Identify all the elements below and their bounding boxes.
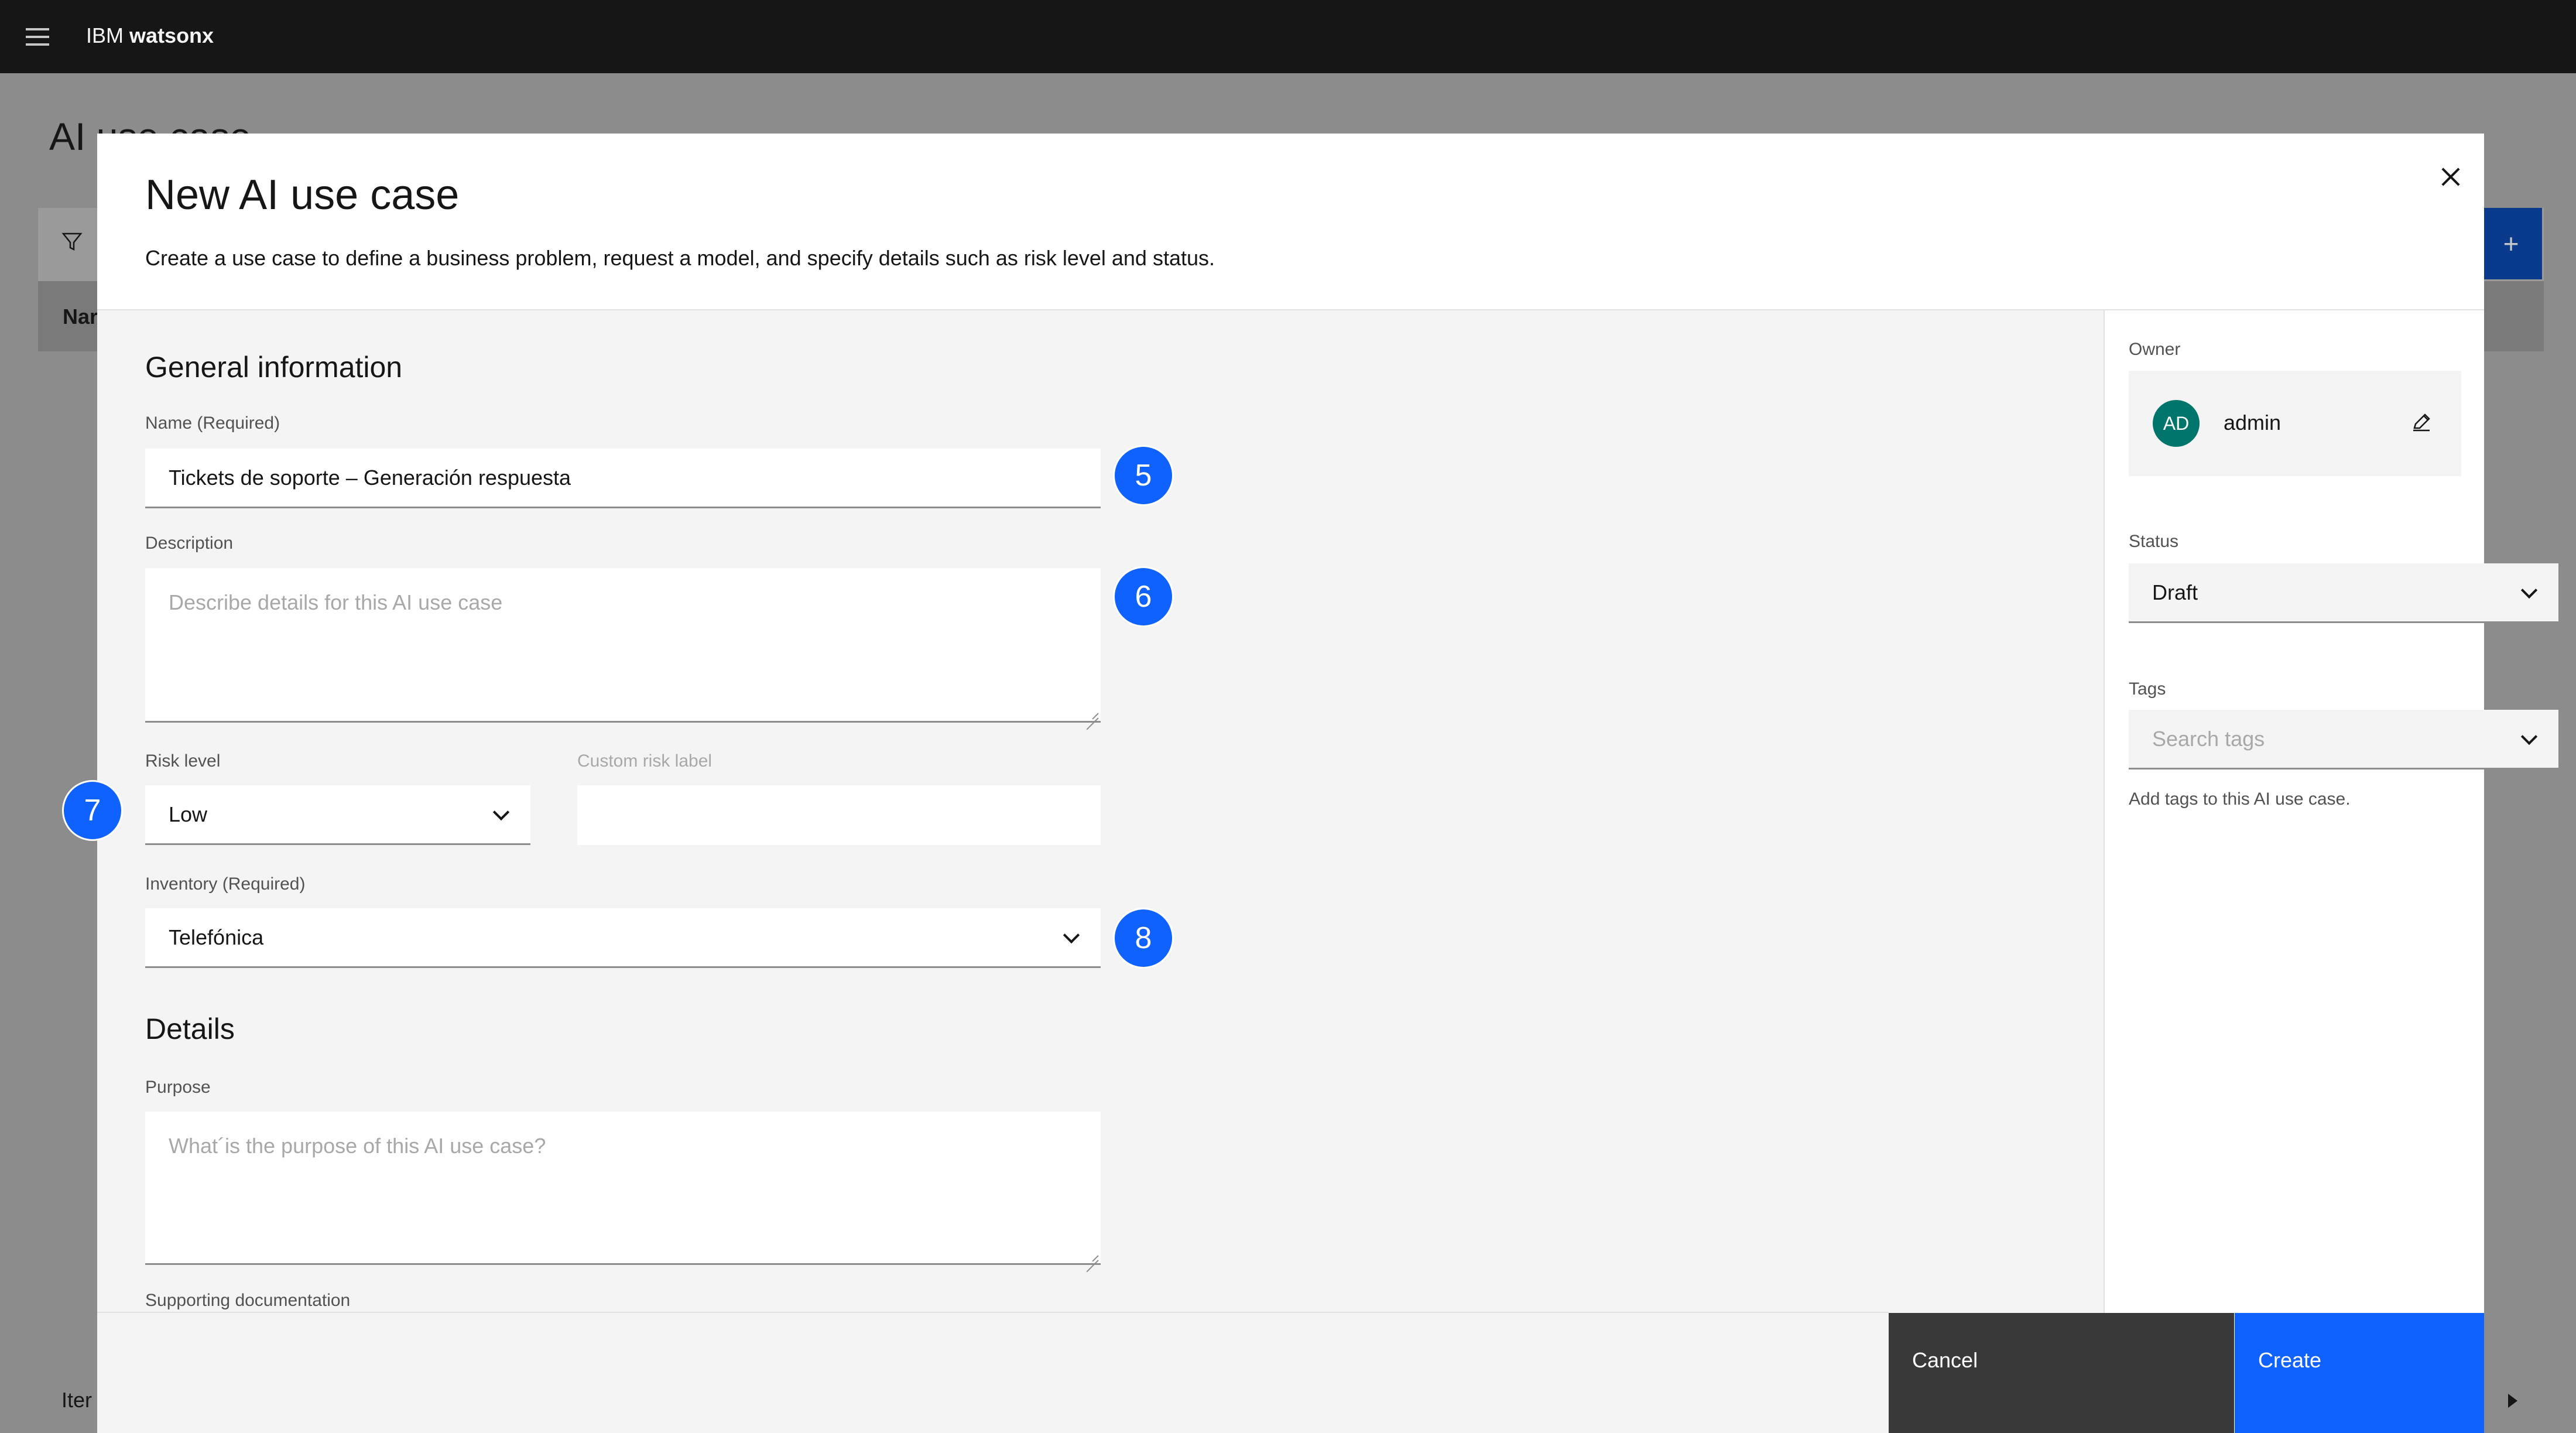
avatar-initials: AD — [2163, 412, 2190, 434]
side-panel: Owner AD admin Status Draft Tags Search … — [2104, 310, 2558, 1313]
modal-title: New AI use case — [145, 172, 460, 218]
edit-icon[interactable] — [2410, 411, 2433, 434]
hamburger-menu-icon[interactable] — [26, 28, 49, 46]
status-value: Draft — [2152, 580, 2198, 604]
name-value: Tickets de soporte – Generación respuest… — [169, 465, 571, 490]
add-glyph: + — [2503, 228, 2519, 259]
custom-risk-input[interactable] — [577, 785, 1101, 845]
tags-helper-text: Add tags to this AI use case. — [2129, 789, 2351, 809]
purpose-placeholder: What´is the purpose of this AI use case? — [169, 1134, 546, 1158]
modal-description: Create a use case to define a business p… — [145, 246, 1215, 270]
tags-placeholder: Search tags — [2152, 726, 2265, 751]
risk-level-select[interactable]: Low — [145, 785, 530, 845]
table-header-name: Nar — [63, 305, 98, 329]
description-placeholder: Describe details for this AI use case — [169, 590, 503, 614]
owner-card: AD admin — [2129, 371, 2461, 476]
details-heading: Details — [145, 1013, 235, 1045]
supporting-documentation-label: Supporting documentation — [145, 1291, 351, 1310]
status-label: Status — [2129, 532, 2179, 551]
brand-prefix: IBM — [86, 23, 124, 47]
chevron-down-icon — [2520, 728, 2538, 745]
chevron-down-icon — [2520, 582, 2538, 598]
risk-level-value: Low — [169, 802, 208, 826]
callout-badge-6: 6 — [1115, 568, 1172, 625]
inventory-label: Inventory (Required) — [145, 874, 306, 894]
caret-right-icon[interactable] — [2508, 1394, 2517, 1408]
app-brand[interactable]: IBM watsonx — [86, 23, 214, 48]
cancel-button[interactable]: Cancel — [1889, 1313, 2234, 1433]
owner-name: admin — [2224, 411, 2282, 435]
risk-level-label: Risk level — [145, 751, 221, 771]
top-header: IBM watsonx — [0, 0, 2576, 73]
description-label: Description — [145, 533, 234, 553]
create-button[interactable]: Create — [2235, 1313, 2484, 1433]
avatar: AD — [2153, 400, 2200, 447]
purpose-label: Purpose — [145, 1078, 211, 1097]
background-footer-text: Iter — [61, 1388, 93, 1412]
footer-divider — [97, 1312, 1889, 1313]
tags-combobox[interactable]: Search tags — [2129, 710, 2558, 769]
name-label: Name (Required) — [145, 413, 280, 433]
general-information-heading: General information — [145, 351, 403, 384]
chevron-down-icon — [492, 803, 510, 820]
purpose-textarea[interactable]: What´is the purpose of this AI use case? — [145, 1111, 1101, 1265]
tags-label: Tags — [2129, 679, 2166, 699]
modal-header: New AI use case Create a use case to def… — [97, 134, 2484, 310]
new-ai-use-case-modal: New AI use case Create a use case to def… — [97, 134, 2558, 1433]
inventory-select[interactable]: Telefónica — [145, 908, 1101, 968]
callout-badge-8: 8 — [1115, 909, 1172, 967]
resize-handle-icon[interactable] — [1085, 1248, 1098, 1261]
custom-risk-label: Custom risk label — [577, 751, 712, 771]
chevron-down-icon — [1063, 926, 1080, 943]
owner-label: Owner — [2129, 340, 2181, 359]
status-select[interactable]: Draft — [2129, 563, 2558, 623]
close-icon[interactable] — [2435, 162, 2466, 192]
inventory-value: Telefónica — [169, 925, 264, 949]
add-button[interactable]: + — [2480, 208, 2542, 279]
name-input[interactable]: Tickets de soporte – Generación respuest… — [145, 449, 1101, 508]
filter-icon[interactable] — [61, 231, 83, 252]
callout-badge-5: 5 — [1115, 447, 1172, 504]
resize-handle-icon[interactable] — [1085, 706, 1098, 719]
callout-badge-7: 7 — [64, 782, 121, 839]
description-textarea[interactable]: Describe details for this AI use case — [145, 568, 1101, 723]
brand-name: watsonx — [129, 23, 214, 47]
